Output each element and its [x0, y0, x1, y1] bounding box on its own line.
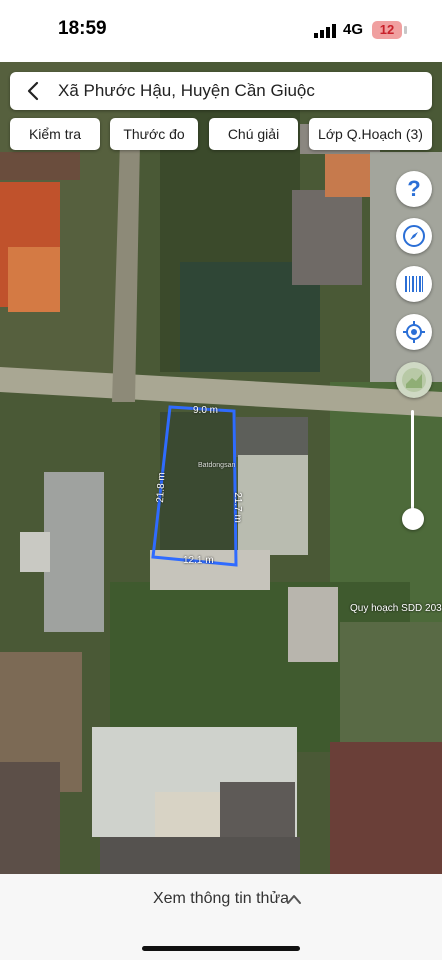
help-icon: ?	[407, 176, 421, 201]
planning-label: Quy hoạch SDD 2030	[350, 603, 442, 614]
dimension-top-label: 9.0 m	[193, 405, 219, 416]
chevron-up-icon[interactable]	[286, 893, 302, 905]
base-layer-button[interactable]	[396, 362, 432, 398]
check-button[interactable]: Kiểm tra	[10, 118, 100, 150]
legend-button[interactable]: Chú giải	[209, 118, 298, 150]
dimension-left-label: 21.8 m	[154, 471, 168, 504]
location-title: Xã Phước Hậu, Huyện Cần Giuộc	[58, 81, 315, 100]
network-type: 4G	[343, 21, 364, 38]
opacity-slider-thumb[interactable]	[402, 508, 424, 530]
battery-level: 12	[379, 22, 395, 37]
planning-layers-button[interactable]: Lớp Q.Hoạch (3)	[309, 118, 432, 150]
layer-thumbnail-icon	[402, 368, 426, 392]
satellite-map[interactable]: 9.0 m 21.8 m 21.7 m 12.1 m Batdongsan Qu…	[0, 62, 442, 874]
back-arrow-icon[interactable]	[24, 81, 44, 101]
parcel-info-label[interactable]: Xem thông tin thửa	[0, 890, 442, 908]
locate-icon	[403, 321, 425, 343]
my-location-button[interactable]	[396, 314, 432, 350]
battery-cap	[404, 26, 407, 34]
battery-icon: 12	[372, 21, 402, 39]
location-search-bar[interactable]: Xã Phước Hậu, Huyện Cần Giuộc	[10, 72, 432, 110]
dimension-bottom-label: 12.1 m	[183, 555, 214, 566]
status-bar: 18:59 4G 12	[0, 0, 442, 62]
compass-icon	[403, 225, 425, 247]
signal-icon	[314, 24, 336, 38]
barcode-scan-button[interactable]	[396, 266, 432, 302]
watermark-label: Batdongsan	[198, 462, 236, 469]
compass-button[interactable]	[396, 218, 432, 254]
home-indicator	[142, 946, 300, 951]
dimension-right-label: 21.7 m	[231, 492, 243, 523]
status-time: 18:59	[58, 18, 107, 39]
opacity-slider-track[interactable]	[411, 410, 414, 520]
help-button[interactable]: ?	[396, 171, 432, 207]
barcode-icon	[405, 276, 423, 292]
measure-button[interactable]: Thước đo	[110, 118, 198, 150]
